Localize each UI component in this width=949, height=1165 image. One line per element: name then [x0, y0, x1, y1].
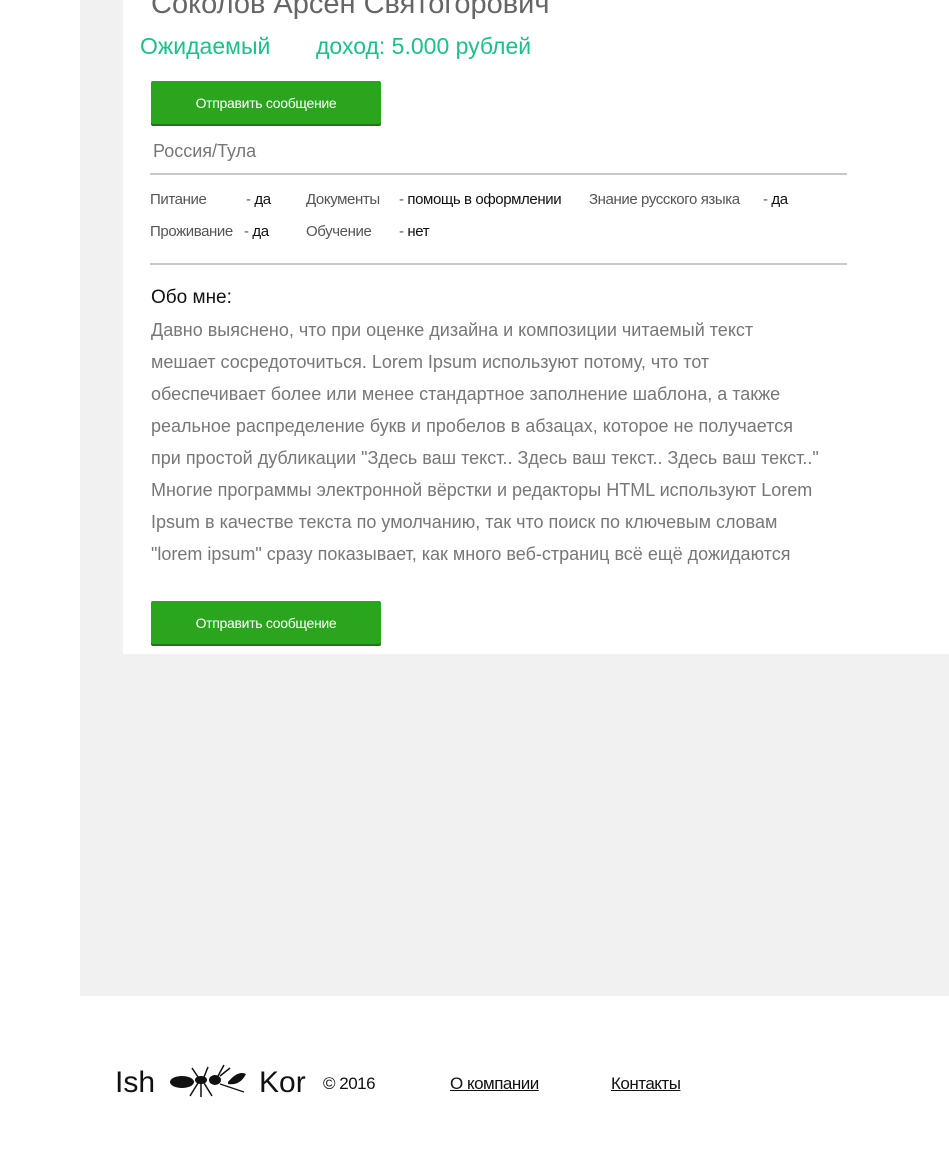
logo-text-left[interactable]: Ish — [115, 1066, 155, 1100]
divider — [150, 263, 847, 265]
expected-income-label: Ожидаемый — [140, 33, 271, 59]
about-text: Давно выяснено, что при оценке дизайна и… — [151, 314, 851, 570]
ant-icon[interactable] — [168, 1062, 248, 1100]
footer-link-about[interactable]: О компании — [450, 1074, 539, 1094]
about-title: Обо мне: — [151, 287, 232, 308]
russian-language-value: - да — [763, 191, 788, 209]
documents-value: - помощь в оформлении — [399, 191, 562, 209]
location: Россия/Тула — [153, 141, 257, 161]
food-value-text: да — [254, 191, 271, 208]
dash: - — [246, 191, 251, 208]
about-line: Давно выяснено, что при оценке дизайна и… — [151, 320, 754, 340]
send-message-button-bottom[interactable]: Отправить сообщение — [151, 601, 381, 644]
documents-value-text: помощь в оформлении — [407, 191, 562, 208]
housing-label: Проживание — [150, 223, 233, 240]
about-line: реальное распределение букв и пробелов в… — [151, 416, 793, 436]
copyright: © 2016 — [323, 1074, 376, 1093]
divider — [150, 173, 847, 175]
about-line: Ipsum в качестве текста по умолчанию, та… — [151, 512, 778, 532]
about-line: Многие программы электронной вёрстки и р… — [151, 480, 813, 500]
documents-label: Документы — [306, 191, 380, 208]
russian-language-label: Знание русского языка — [589, 191, 740, 208]
russian-language-value-text: да — [771, 191, 788, 208]
food-value: - да — [246, 191, 271, 209]
dash: - — [763, 191, 768, 208]
footer-link-contacts[interactable]: Контакты — [611, 1074, 681, 1094]
send-message-button[interactable]: Отправить сообщение — [151, 81, 381, 124]
about-line: "lorem ipsum" сразу показывает, как мног… — [151, 544, 791, 564]
training-value: - нет — [399, 223, 430, 241]
about-line: мешает сосредоточиться. Lorem Ipsum испо… — [151, 352, 710, 372]
dash: - — [244, 223, 249, 240]
logo-text-right[interactable]: Kor — [259, 1066, 306, 1100]
training-label: Обучение — [306, 223, 372, 240]
dash: - — [399, 191, 404, 208]
about-line: при простой дубликации "Здесь ваш текст.… — [151, 448, 819, 468]
dash: - — [399, 223, 404, 240]
food-label: Питание — [150, 191, 207, 208]
training-value-text: нет — [407, 223, 430, 240]
housing-value-text: да — [252, 223, 269, 240]
profile-name: Соколов Арсен Святогорович — [151, 0, 550, 20]
expected-income-value: доход: 5.000 рублей — [316, 33, 532, 59]
about-line: обеспечивает более или менее стандартное… — [151, 384, 781, 404]
housing-value: - да — [244, 223, 269, 241]
